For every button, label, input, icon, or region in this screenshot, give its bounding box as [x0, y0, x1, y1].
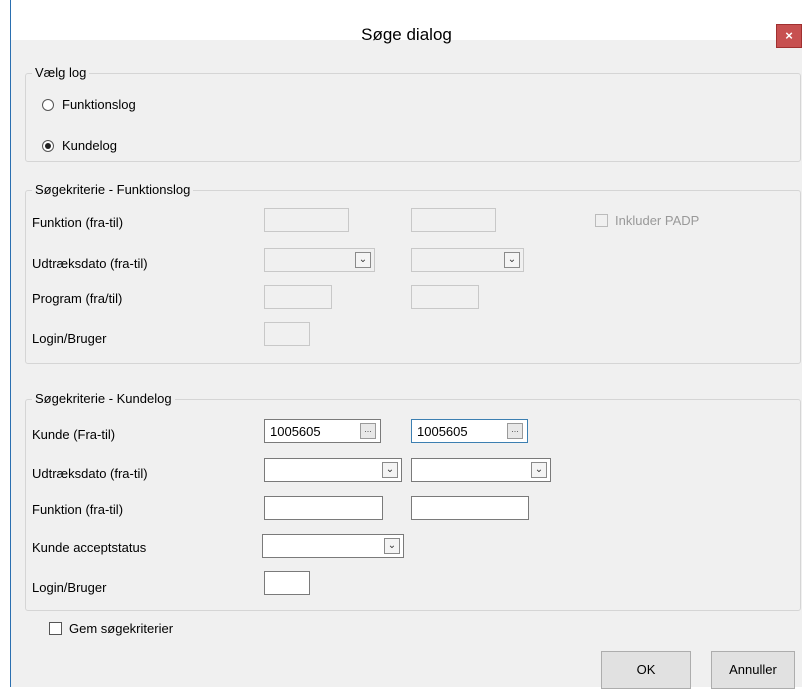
funktionslog-title: Søgekriterie - Funktionslog: [32, 182, 194, 197]
inkluder-padp-checkbox[interactable]: [595, 214, 608, 227]
chevron-down-icon[interactable]: ⌄: [384, 538, 400, 554]
title-bar: Søge dialog: [11, 0, 802, 44]
ok-button[interactable]: OK: [601, 651, 691, 689]
gem-label: Gem søgekriterier: [69, 621, 174, 636]
dialog-title: Søge dialog: [361, 25, 452, 44]
fl-program-til-input[interactable]: [411, 285, 479, 309]
ellipsis-icon[interactable]: ...: [360, 423, 376, 439]
inkluder-padp-label: Inkluder PADP: [615, 213, 700, 228]
cancel-button[interactable]: Annuller: [711, 651, 795, 689]
kl-kunde-til-input[interactable]: 1005605 ...: [411, 419, 528, 443]
kl-funktion-label: Funktion (fra-til): [32, 502, 124, 517]
kl-kunde-fra-value: 1005605: [270, 424, 321, 439]
fl-udtraeksdato-til-dropdown[interactable]: ⌄: [411, 248, 524, 272]
kl-funktion-til-input[interactable]: [411, 496, 529, 520]
chevron-down-icon[interactable]: ⌄: [504, 252, 520, 268]
kl-login-input[interactable]: [264, 571, 310, 595]
radio-kundelog-indicator[interactable]: [42, 139, 54, 152]
kl-acceptstatus-label: Kunde acceptstatus: [32, 540, 147, 555]
fl-udtraeksdato-fra-dropdown[interactable]: ⌄: [264, 248, 375, 272]
kl-udtraeksdato-label: Udtræksdato (fra-til): [32, 466, 148, 481]
fl-login-label: Login/Bruger: [32, 331, 107, 346]
fl-udtraeksdato-label: Udtræksdato (fra-til): [32, 256, 148, 271]
kl-kunde-label: Kunde (Fra-til): [32, 427, 116, 442]
fl-program-label: Program (fra/til): [32, 291, 123, 306]
radio-funktionslog[interactable]: Funktionslog: [42, 97, 136, 112]
radio-funktionslog-indicator[interactable]: [42, 98, 54, 111]
fl-funktion-fra-input[interactable]: [264, 208, 349, 232]
search-dialog-window: Søge dialog × Vælg log Funktionslog Kund…: [10, 0, 802, 689]
close-button[interactable]: ×: [776, 24, 802, 48]
chevron-down-icon[interactable]: ⌄: [382, 462, 398, 478]
kl-acceptstatus-dropdown[interactable]: ⌄: [262, 534, 404, 558]
kl-funktion-fra-input[interactable]: [264, 496, 383, 520]
fl-funktion-label: Funktion (fra-til): [32, 215, 124, 230]
radio-kundelog[interactable]: Kundelog: [42, 138, 117, 153]
fl-program-fra-input[interactable]: [264, 285, 332, 309]
chevron-down-icon[interactable]: ⌄: [531, 462, 547, 478]
vaelg-log-title: Vælg log: [32, 65, 90, 80]
fl-funktion-til-input[interactable]: [411, 208, 496, 232]
chevron-down-icon[interactable]: ⌄: [355, 252, 371, 268]
ellipsis-icon[interactable]: ...: [507, 423, 523, 439]
fl-login-input[interactable]: [264, 322, 310, 346]
kundelog-title: Søgekriterie - Kundelog: [32, 391, 175, 406]
close-icon: ×: [785, 28, 793, 43]
kl-login-label: Login/Bruger: [32, 580, 107, 595]
radio-kundelog-label: Kundelog: [62, 138, 117, 153]
kl-kunde-fra-input[interactable]: 1005605 ...: [264, 419, 381, 443]
kl-kunde-til-value: 1005605: [417, 424, 468, 439]
vaelg-log-group: Vælg log: [25, 65, 801, 162]
kl-udtraeksdato-til-dropdown[interactable]: ⌄: [411, 458, 551, 482]
gem-checkbox[interactable]: [49, 622, 62, 635]
kl-udtraeksdato-fra-dropdown[interactable]: ⌄: [264, 458, 402, 482]
radio-funktionslog-label: Funktionslog: [62, 97, 136, 112]
